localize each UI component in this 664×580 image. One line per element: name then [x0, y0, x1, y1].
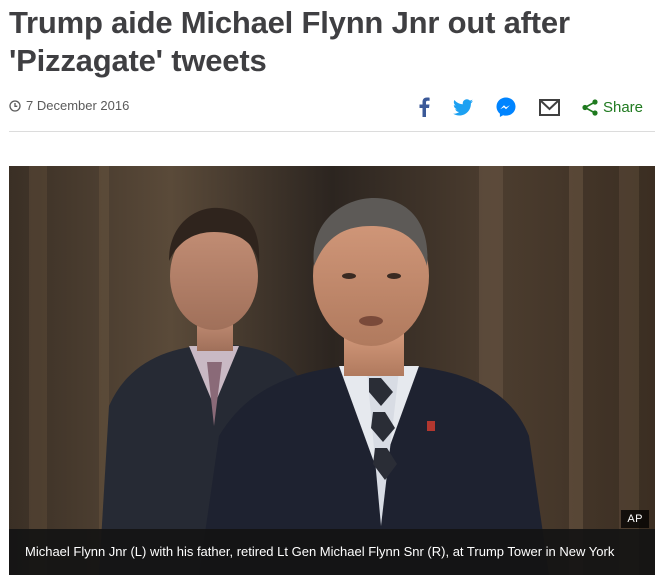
facebook-icon[interactable] [418, 97, 430, 117]
share-button[interactable]: Share [582, 99, 643, 116]
clock-icon [9, 99, 21, 112]
divider [9, 131, 655, 132]
article-meta: 7 December 2016 Share [9, 92, 655, 122]
article-date: 7 December 2016 [9, 98, 129, 113]
share-icon [582, 98, 598, 116]
article-image: AP Michael Flynn Jnr (L) with his father… [9, 166, 655, 575]
image-credit: AP [621, 510, 649, 528]
share-tools: Share [418, 92, 643, 122]
email-icon[interactable] [538, 98, 560, 116]
twitter-icon[interactable] [452, 98, 473, 116]
article-headline: Trump aide Michael Flynn Jnr out after '… [9, 5, 570, 78]
messenger-icon[interactable] [496, 97, 516, 117]
date-text: 7 December 2016 [26, 98, 130, 113]
image-caption: Michael Flynn Jnr (L) with his father, r… [9, 529, 655, 575]
share-label: Share [602, 98, 643, 116]
photo [9, 166, 655, 575]
